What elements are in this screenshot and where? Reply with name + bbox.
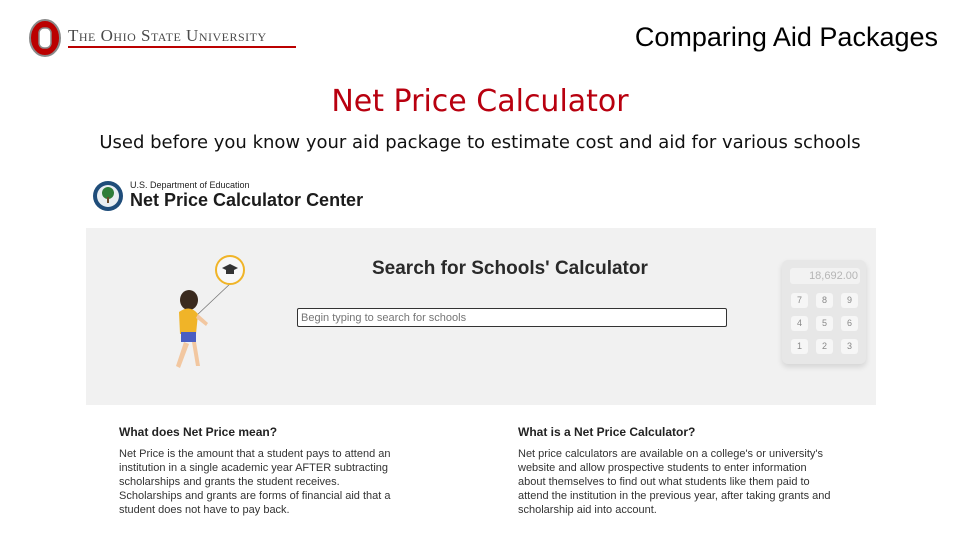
calculator-display: 18,692.00 <box>790 268 860 284</box>
section-subtitle: Used before you know your aid package to… <box>99 132 861 153</box>
calculator-key: 4 <box>791 316 808 331</box>
npc-definition-text: Net price calculators are available on a… <box>518 447 868 517</box>
section-heading: Net Price Calculator <box>331 84 629 119</box>
dept-of-education-seal-icon <box>93 181 123 211</box>
calculator-key: 3 <box>841 339 858 354</box>
calculator-illustration: 18,692.00 7 8 9 4 5 6 1 2 3 <box>782 260 866 364</box>
calculator-key: 9 <box>841 293 858 308</box>
text-line: website and allow prospective students t… <box>518 462 807 474</box>
text-line: Net price calculators are available on a… <box>518 448 824 460</box>
calculator-key: 1 <box>791 339 808 354</box>
calculator-key: 8 <box>816 293 833 308</box>
text-line: scholarships and grants the student rece… <box>119 476 340 488</box>
university-name: The Ohio State University <box>68 26 267 45</box>
calculator-key: 7 <box>791 293 808 308</box>
text-line: about themselves to find out what studen… <box>518 476 810 488</box>
calculator-key: 5 <box>816 316 833 331</box>
text-line: scholarship aid into account. <box>518 504 657 516</box>
npc-definition-heading: What is a Net Price Calculator? <box>518 425 696 439</box>
site-title: Net Price Calculator Center <box>130 190 364 210</box>
school-search-input[interactable] <box>297 308 727 327</box>
student-with-balloon-illustration <box>176 255 245 368</box>
text-line: institution in a single academic year AF… <box>119 462 389 474</box>
header-rule <box>68 46 296 48</box>
slide-title: Comparing Aid Packages <box>634 22 938 52</box>
npc-center-screenshot: U.S. Department of Education Net Price C… <box>86 172 878 522</box>
text-line: attend the institution in the previous y… <box>518 490 831 502</box>
hero-title: Search for Schools' Calculator <box>372 258 648 279</box>
net-price-meaning-heading: What does Net Price mean? <box>119 425 278 439</box>
text-line: student does not have to pay back. <box>119 504 290 516</box>
text-line: Net Price is the amount that a student p… <box>119 448 391 460</box>
department-label: U.S. Department of Education <box>130 180 250 190</box>
calculator-key: 6 <box>841 316 858 331</box>
calculator-key: 2 <box>816 339 833 354</box>
osu-block-o-logo <box>29 19 61 57</box>
net-price-meaning-text: Net Price is the amount that a student p… <box>119 447 419 517</box>
search-hero: Search for Schools' Calculator 18,692.00… <box>86 228 876 405</box>
text-line: Scholarships and grants are forms of fin… <box>119 490 391 502</box>
